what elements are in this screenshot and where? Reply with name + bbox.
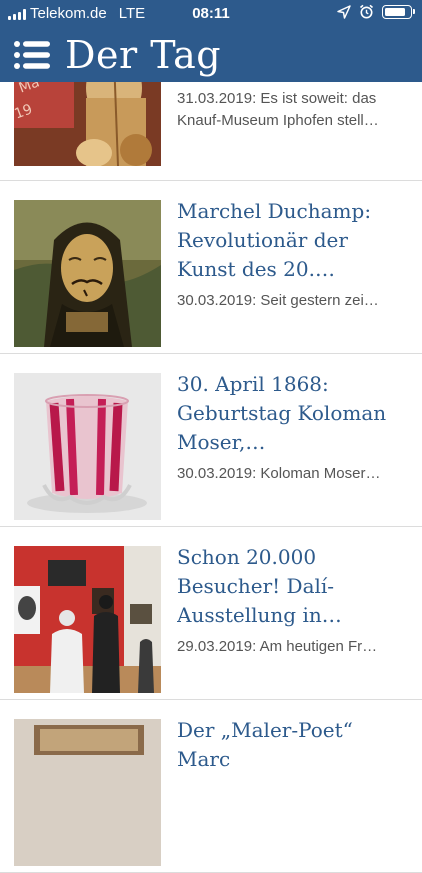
alarm-icon [359,4,374,19]
article-snippet: 30.03.2019: Seit gestern zei… [177,292,379,309]
article-thumbnail [14,373,161,520]
hamburger-menu-icon[interactable] [14,40,50,70]
status-bar: Telekom.de LTE 08:11 [0,0,422,28]
status-right [337,4,415,19]
article-title: Schon 20.000 Besucher! Dalí-Ausstellung … [177,545,335,627]
app-bar: Der Tag [0,28,422,82]
app-title: Der Tag [65,33,222,77]
battery-icon [382,4,415,19]
article-list: Ma 19 31.03.2019: Es ist soweit: das Kna… [0,58,422,873]
article-item[interactable]: 30. April 1868: Geburtstag Koloman Moser… [0,354,422,527]
article-title: Marchel Duchamp: Revolutionär der Kunst … [177,199,372,281]
article-text: Marchel Duchamp: Revolutionär der Kunst … [177,197,407,312]
article-thumbnail [14,200,161,347]
article-text: 30. April 1868: Geburtstag Koloman Moser… [177,370,407,485]
article-text: Schon 20.000 Besucher! Dalí-Ausstellung … [177,543,407,658]
article-title: Der „Maler-Poet“ Marc [177,718,353,771]
article-item[interactable]: Schon 20.000 Besucher! Dalí-Ausstellung … [0,527,422,700]
article-item[interactable]: Marchel Duchamp: Revolutionär der Kunst … [0,181,422,354]
article-snippet: 31.03.2019: Es ist soweit: das Knauf-Mus… [177,90,379,129]
app-header: Telekom.de LTE 08:11 Der Tag [0,0,422,82]
article-thumbnail [14,719,161,866]
article-snippet: 29.03.2019: Am heutigen Fr… [177,638,378,655]
article-snippet: 30.03.2019: Koloman Moser… [177,465,381,482]
article-text: Der „Maler-Poet“ Marc [177,716,407,774]
article-text: 31.03.2019: Es ist soweit: das Knauf-Mus… [177,88,407,132]
article-thumbnail [14,546,161,693]
article-item[interactable]: Der „Maler-Poet“ Marc [0,700,422,873]
location-arrow-icon [337,4,351,19]
article-title: 30. April 1868: Geburtstag Koloman Moser… [177,372,387,454]
